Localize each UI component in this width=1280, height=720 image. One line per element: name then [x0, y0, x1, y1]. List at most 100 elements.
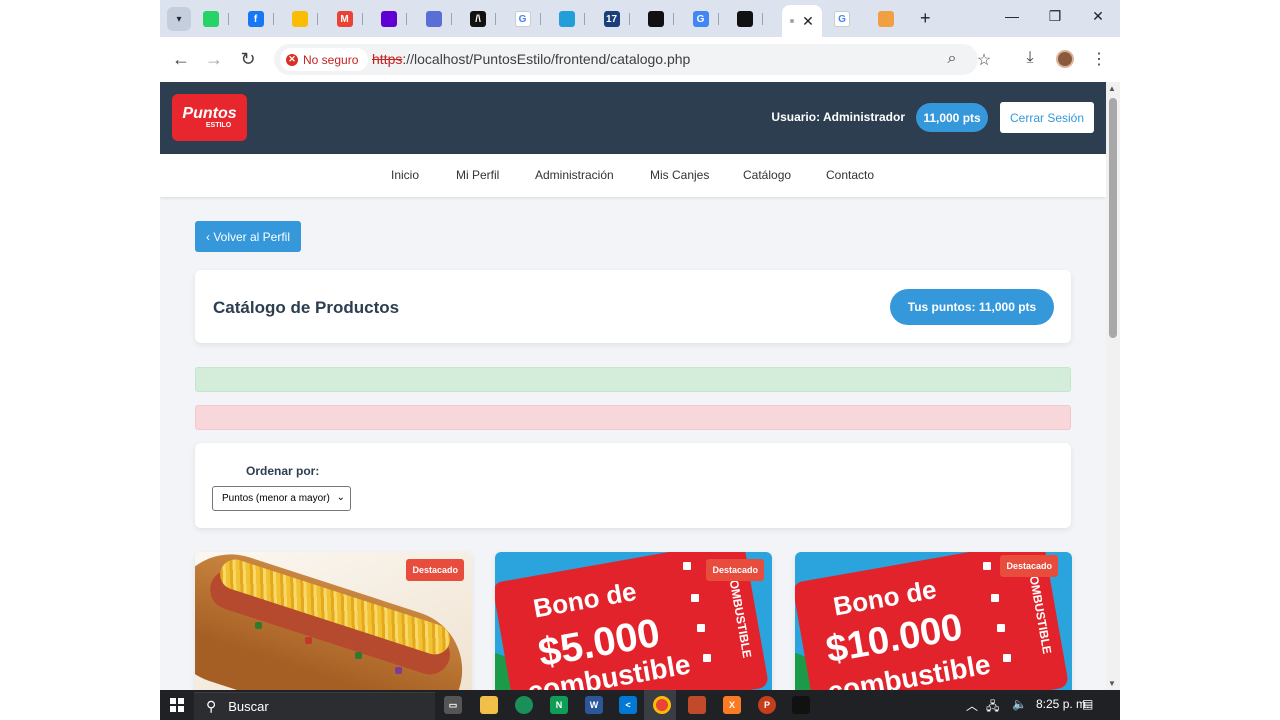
windows-start-icon[interactable] — [170, 698, 184, 712]
nav-mis-canjes[interactable]: Mis Canjes — [650, 168, 709, 182]
page-scrollbar[interactable]: ▲ ▼ — [1106, 82, 1120, 690]
security-chip[interactable]: ✕ No seguro — [280, 48, 369, 71]
browser-tab[interactable] — [731, 7, 763, 31]
browser-toolbar: ← → ↻ ✕ No seguro https://localhost/Punt… — [160, 37, 1120, 82]
taskbar: ⚲ Buscar ▭ N W < X P ︿ 🖧 🔈 8:25 p. m. ▤ — [160, 690, 1120, 720]
close-tab-icon[interactable]: ✕ — [802, 13, 814, 30]
veg-piece — [305, 637, 312, 644]
translate-icon: G — [692, 11, 709, 27]
sort-selected-value: Puntos (menor a mayor) — [222, 493, 330, 504]
nav-contacto[interactable]: Contacto — [826, 168, 874, 182]
browser-tab[interactable] — [197, 7, 229, 31]
tab-search-icon[interactable]: ▾ — [167, 7, 191, 31]
tab-strip: ▾ f M /\ G 17 G ✕ G + — ❐ ✕ — [160, 0, 1120, 37]
browser-tab[interactable]: f — [242, 7, 274, 31]
browser-tab[interactable]: G — [687, 7, 719, 31]
browser-tab[interactable]: G — [509, 7, 541, 31]
insecure-label: No seguro — [303, 52, 359, 67]
browser-tab[interactable] — [420, 7, 452, 31]
browser-tab[interactable] — [553, 7, 585, 31]
restore-icon[interactable]: ❐ — [1045, 8, 1065, 25]
powerpoint-icon[interactable]: P — [758, 696, 776, 714]
sort-card: Ordenar por: Puntos (menor a mayor) ⌄ — [195, 443, 1071, 528]
github-icon — [648, 11, 664, 27]
logo-subtext: ESTILO — [205, 121, 232, 129]
nav-inicio[interactable]: Inicio — [391, 168, 419, 182]
github-icon — [737, 11, 753, 27]
scrollbar-thumb[interactable] — [1109, 98, 1117, 338]
download-icon[interactable]: ⤓ — [1020, 49, 1040, 67]
ticket-perforation — [997, 624, 1005, 632]
vscode-icon[interactable]: < — [619, 696, 637, 714]
minimize-icon[interactable]: — — [1002, 8, 1022, 24]
product-card[interactable]: Destacado — [195, 552, 472, 690]
star-icon[interactable]: ☆ — [974, 50, 994, 70]
xampp-icon[interactable]: X — [723, 696, 741, 714]
page-viewport: Puntos ESTILO Usuario: Administrador 11,… — [160, 82, 1106, 690]
app-icon[interactable] — [792, 696, 810, 714]
tab-separator — [406, 13, 407, 25]
featured-badge: Destacado — [406, 559, 464, 581]
success-alert — [195, 367, 1071, 392]
site-nav: Inicio Mi Perfil Administración Mis Canj… — [160, 154, 1106, 197]
task-view-icon[interactable]: ▭ — [444, 696, 462, 714]
network-icon[interactable]: 🖧 — [986, 697, 999, 718]
file-explorer-icon[interactable] — [480, 696, 498, 714]
close-window-icon[interactable]: ✕ — [1088, 8, 1108, 25]
nav-mi-perfil[interactable]: Mi Perfil — [456, 168, 499, 182]
taskbar-search[interactable]: ⚲ Buscar — [194, 692, 435, 720]
menu-kebab-icon[interactable]: ⋮ — [1089, 49, 1109, 69]
sort-select[interactable]: Puntos (menor a mayor) ⌄ — [212, 486, 351, 511]
back-to-profile-button[interactable]: ‹ Volver al Perfil — [195, 221, 301, 252]
zoom-icon[interactable]: ⌕ — [942, 50, 962, 68]
loading-dot-icon — [790, 19, 795, 23]
tab-separator — [717, 13, 719, 25]
scroll-up-icon[interactable]: ▲ — [1108, 84, 1116, 93]
notifications-icon[interactable]: ▤ — [1082, 697, 1093, 711]
page-title: Catálogo de Productos — [213, 298, 400, 317]
java-app-icon[interactable] — [688, 696, 706, 714]
profile-avatar[interactable] — [1056, 50, 1074, 68]
back-arrow-icon[interactable]: ← — [170, 49, 192, 69]
browser-tab[interactable]: 17 — [598, 7, 630, 31]
product-card[interactable]: Bono de $10.000 combustible COMBUSTIBLE … — [795, 552, 1072, 690]
product-card[interactable]: Bono de $5.000 combustible COMBUSTIBLE D… — [495, 552, 772, 690]
browser-tab[interactable]: G — [828, 7, 860, 31]
address-bar[interactable]: ✕ No seguro https://localhost/PuntosEsti… — [274, 44, 991, 75]
reload-icon[interactable]: ↻ — [237, 49, 259, 69]
tab-separator — [762, 13, 763, 25]
ticket-perforation — [697, 624, 705, 632]
site-logo[interactable]: Puntos ESTILO — [172, 94, 247, 141]
tray-chevron-icon[interactable]: ︿ — [966, 697, 978, 714]
edge-icon[interactable] — [515, 696, 533, 714]
scroll-down-icon[interactable]: ▼ — [1108, 679, 1116, 688]
header-points-badge: 11,000 pts — [916, 103, 988, 132]
word-icon[interactable]: W — [585, 696, 603, 714]
browser-tab[interactable]: /\ — [464, 7, 496, 31]
forward-arrow-icon[interactable]: → — [203, 49, 225, 69]
whatsapp-icon — [203, 11, 219, 27]
url-text[interactable]: https://localhost/PuntosEstilo/frontend/… — [372, 51, 690, 67]
nav-administracion[interactable]: Administración — [535, 168, 614, 182]
new-tab-icon[interactable]: + — [920, 8, 931, 29]
browser-tab[interactable] — [286, 7, 318, 31]
tab-separator — [228, 13, 229, 25]
logout-button[interactable]: Cerrar Sesión — [1000, 102, 1094, 133]
ticket-perforation — [983, 562, 991, 570]
veg-piece — [395, 667, 402, 674]
browser-tab[interactable] — [872, 7, 904, 31]
browser-tab[interactable]: M — [331, 7, 363, 31]
sort-label: Ordenar por: — [246, 464, 320, 478]
browser-window: ▾ f M /\ G 17 G ✕ G + — ❐ ✕ ← → ↻ ✕ No seguro… — [160, 0, 1120, 690]
volume-icon[interactable]: 🔈 — [1012, 697, 1027, 711]
active-tab[interactable]: ✕ — [782, 5, 822, 37]
nav-catalogo[interactable]: Catálogo — [743, 168, 791, 182]
yahoo-mail-icon — [381, 11, 397, 27]
notepad-plus-icon[interactable]: N — [550, 696, 568, 714]
veg-piece — [355, 652, 362, 659]
chrome-icon[interactable] — [653, 696, 671, 714]
browser-tab[interactable] — [375, 7, 407, 31]
browser-tab[interactable] — [642, 7, 674, 31]
telegram-icon — [559, 11, 575, 27]
terminal-icon: /\ — [470, 11, 486, 27]
